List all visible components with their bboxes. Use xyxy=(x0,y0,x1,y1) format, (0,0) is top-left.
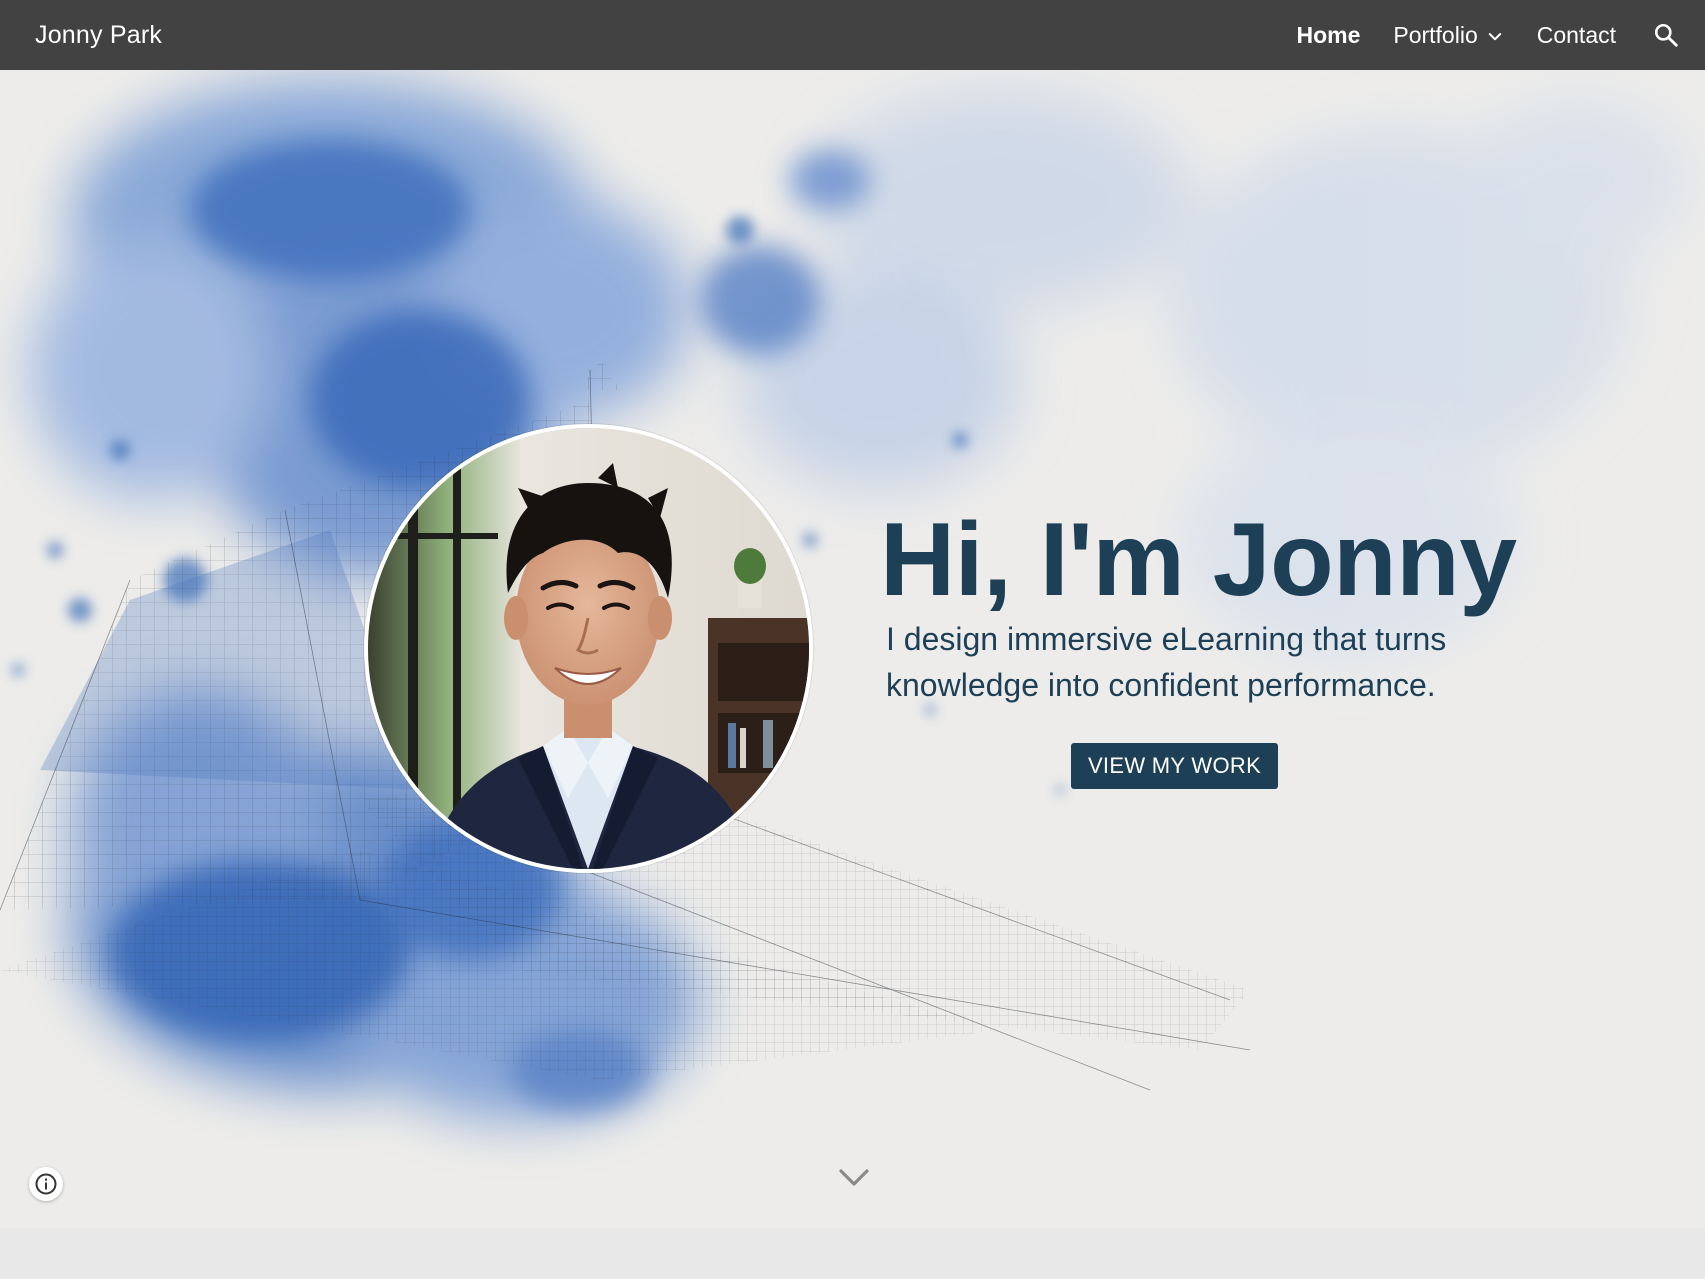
profile-photo-image xyxy=(368,428,809,869)
info-icon xyxy=(35,1173,57,1195)
hero-section: Hi, I'm Jonny I design immersive eLearni… xyxy=(0,70,1705,1228)
site-title[interactable]: Jonny Park xyxy=(35,0,162,70)
main-nav: Home Portfolio Contact xyxy=(1263,0,1705,70)
nav-item-home[interactable]: Home xyxy=(1296,0,1360,70)
chevron-down-icon[interactable] xyxy=(1486,28,1504,46)
hero-tagline-line-2: knowledge into confident performance. xyxy=(886,667,1436,703)
next-section-strip xyxy=(0,1228,1705,1279)
nav-item-portfolio-label: Portfolio xyxy=(1393,22,1478,48)
hero-tagline-line-1: I design immersive eLearning that turns xyxy=(886,621,1447,657)
nav-item-home-label: Home xyxy=(1296,22,1361,48)
view-my-work-button[interactable]: VIEW MY WORK xyxy=(1071,743,1278,789)
chevron-down-icon[interactable] xyxy=(835,1162,873,1192)
nav-item-portfolio[interactable]: Portfolio xyxy=(1393,0,1503,70)
profile-photo xyxy=(364,424,813,873)
hero-tagline: I design immersive eLearning that turns … xyxy=(886,616,1526,708)
top-navigation-bar: Jonny Park Home Portfolio Contact xyxy=(0,0,1705,70)
search-icon xyxy=(1654,23,1678,47)
hero-headline: Hi, I'm Jonny xyxy=(880,502,1517,618)
nav-item-contact-label: Contact xyxy=(1536,22,1616,48)
site-info-button[interactable] xyxy=(29,1167,63,1201)
search-button[interactable] xyxy=(1649,18,1683,52)
nav-item-contact[interactable]: Contact xyxy=(1537,0,1616,70)
